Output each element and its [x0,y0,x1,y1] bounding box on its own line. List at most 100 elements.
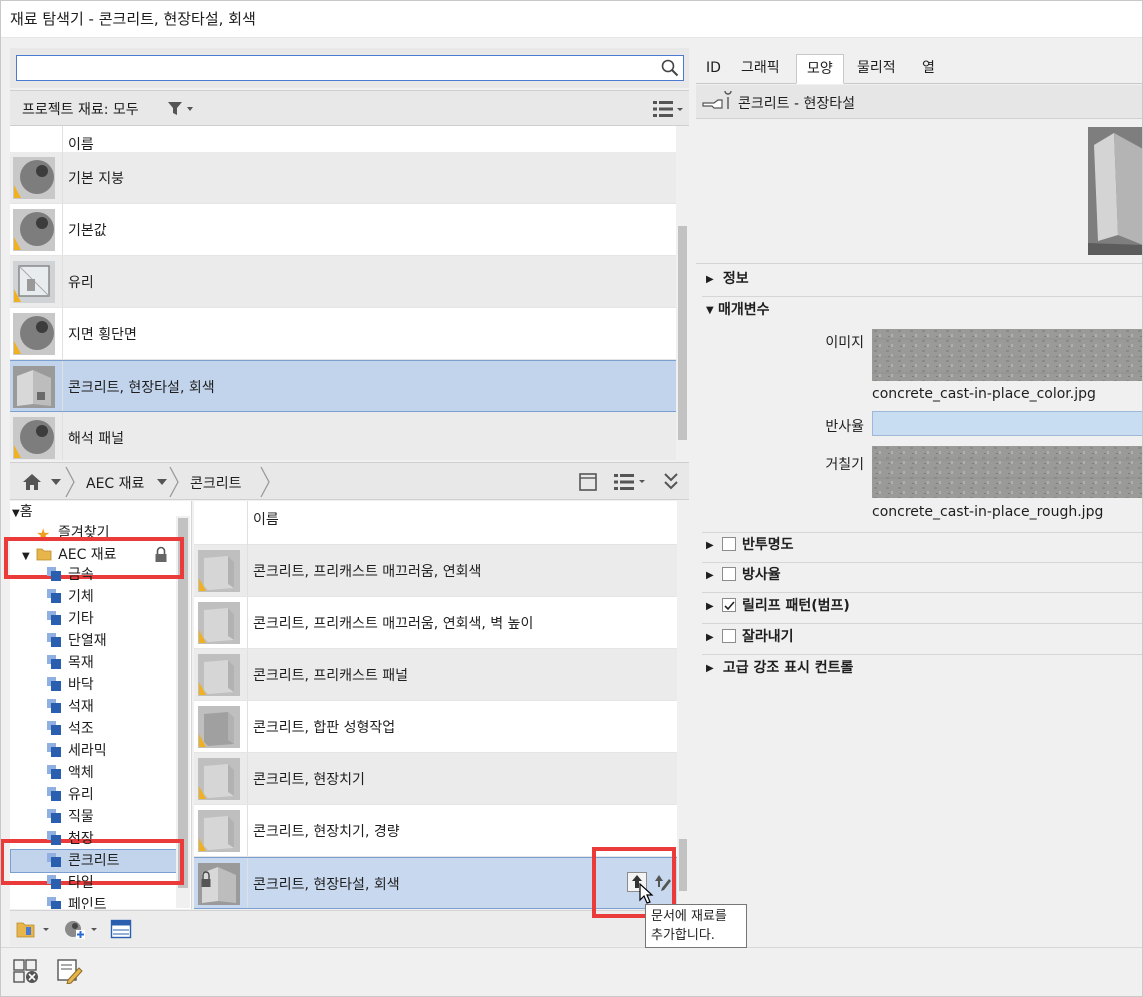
category-icon [47,743,61,757]
project-row-default[interactable]: 기본값 [10,204,676,256]
annotation-highlight-aec [4,537,184,579]
roughness-texture-swatch[interactable] [872,446,1143,498]
tree-node-category[interactable]: 세라믹 [46,740,107,762]
breadcrumb-separator-icon [65,466,75,498]
tab-physical[interactable]: 물리적 [847,54,906,84]
tree-node-category[interactable]: 바닥 [46,674,94,696]
library-row[interactable]: 콘크리트, 현장치기 [194,753,678,805]
tree-node-category[interactable]: 타일 [46,872,94,894]
library-breadcrumb: AEC 재료 콘크리트 [10,462,689,500]
tree-node-category[interactable]: 기체 [46,586,94,608]
tree-node-category[interactable]: 금속 [46,564,94,586]
column-name-header[interactable]: 이름 [68,134,94,154]
asset-browser-icon[interactable] [12,958,40,984]
project-row-ground[interactable]: 지면 횡단면 [10,308,676,360]
toggle-panel-icon[interactable] [110,918,132,940]
project-row-label: 유리 [68,275,94,291]
project-row-concrete-selected[interactable]: 콘크리트, 현장타설, 회색 [10,360,676,412]
tree-node-category[interactable]: 천장 [46,828,94,850]
sphere-thumbnail-icon [13,417,55,459]
selfillum-checkbox[interactable] [722,567,736,581]
section-relief-pattern[interactable]: ▶ 릴리프 패턴(범프) [706,595,850,617]
tree-node-category[interactable]: 기타 [46,608,94,630]
library-row-label: 콘크리트, 합판 성형작업 [253,720,396,736]
chevron-down-icon[interactable] [50,477,62,487]
sphere-thumbnail-icon [13,209,55,251]
chevron-down-icon[interactable] [156,477,168,487]
relief-checkbox[interactable] [722,598,736,612]
category-icon [47,897,61,909]
project-list-scroll-thumb[interactable] [678,226,687,440]
category-icon [47,831,61,845]
expand-triangle-icon: ▼ [12,508,20,519]
cutout-checkbox[interactable] [722,629,736,643]
cube-thumbnail-icon [198,550,240,592]
image-file-name[interactable]: concrete_cast-in-place_color.jpg [872,386,1096,402]
tree-node-category[interactable]: 목재 [46,652,94,674]
glass-thumbnail-icon [13,261,55,303]
library-row-label: 콘크리트, 프리캐스트 매끄러움, 연회색 [253,564,482,580]
library-row[interactable]: 콘크리트, 프리캐스트 패널 [194,649,678,701]
cube-thumbnail-icon [198,810,240,852]
library-row[interactable]: 콘크리트, 합판 성형작업 [194,701,678,753]
tab-appearance[interactable]: 모양 [796,54,844,84]
expand-triangle-icon: ▶ [706,570,714,581]
section-self-illumination[interactable]: ▶ 방사율 [706,564,781,586]
expand-triangle-icon: ▶ [706,632,714,643]
tab-graphics[interactable]: 그래픽 [731,54,790,84]
section-parameters[interactable]: ▼ 매개변수 [706,299,770,321]
library-row[interactable]: 콘크리트, 프리캐스트 매끄러움, 연회색, 벽 높이 [194,597,678,649]
project-list-scrollbar[interactable] [676,126,689,460]
tree-node-category[interactable]: 유리 [46,784,94,806]
library-row[interactable]: 콘크리트, 프리캐스트 매끄러움, 연회색 [194,545,678,597]
tree-node-category[interactable]: 액체 [46,762,94,784]
image-texture-swatch[interactable] [872,329,1143,381]
tree-node-category[interactable]: 직물 [46,806,94,828]
breadcrumb-item-aec[interactable]: AEC 재료 [86,473,144,493]
library-list-scroll-thumb[interactable] [679,839,687,891]
tree-node-home[interactable]: ▼홈 [12,501,33,523]
section-cutout[interactable]: ▶ 잘라내기 [706,626,794,648]
category-icon [47,611,61,625]
category-icon [47,655,61,669]
tree-node-category[interactable]: 페인트 [46,894,107,909]
filter-icon[interactable] [166,100,196,118]
project-row-glass[interactable]: 유리 [10,256,676,308]
cube-thumbnail-icon [198,706,240,748]
tab-thermal[interactable]: 열 [912,54,945,84]
tree-node-category[interactable]: 콘크리트 [46,850,120,872]
column-name-header[interactable]: 이름 [253,509,279,529]
project-row-label: 해석 패널 [68,431,124,447]
library-manage-icon[interactable] [16,919,52,939]
transparency-checkbox[interactable] [722,537,736,551]
material-editor-icon[interactable] [56,958,84,984]
section-info[interactable]: ▶ 정보 [706,268,749,290]
asset-preview-image[interactable] [1088,127,1143,255]
section-transparency[interactable]: ▶ 반투명도 [706,534,794,556]
list-view-icon[interactable] [612,472,648,492]
add-to-document-tooltip: 문서에 재료를 추가합니다. [645,904,747,948]
project-row-analytic-panel[interactable]: 해석 패널 [10,412,676,460]
tab-identity[interactable]: ID [696,54,731,84]
home-icon[interactable] [22,473,42,491]
library-row-label: 콘크리트, 현장치기, 경량 [253,824,400,840]
roughness-file-name[interactable]: concrete_cast-in-place_rough.jpg [872,504,1103,520]
tree-node-category[interactable]: 석재 [46,696,94,718]
search-input[interactable] [16,55,684,81]
search-icon[interactable] [661,59,679,77]
project-row-label: 지면 횡단면 [68,327,137,343]
project-row-default-roof[interactable]: 기본 지붕 [10,152,676,204]
library-list-scrollbar[interactable] [677,501,689,909]
tree-node-category[interactable]: 석조 [46,718,94,740]
list-view-icon[interactable] [651,98,685,120]
reflectance-field[interactable] [872,411,1143,436]
section-advanced-highlight[interactable]: ▶ 고급 강조 표시 컨트롤 [706,657,853,679]
create-material-icon[interactable] [62,918,100,940]
collapse-double-chevron-icon[interactable] [662,471,680,493]
tree-node-category[interactable]: 단열재 [46,630,107,652]
breadcrumb-item-concrete[interactable]: 콘크리트 [190,473,242,493]
panel-toggle-icon[interactable] [578,472,598,492]
expand-triangle-icon: ▶ [706,540,714,551]
library-row-label: 콘크리트, 현장치기 [253,772,365,788]
asset-hand-icon[interactable] [702,91,736,113]
